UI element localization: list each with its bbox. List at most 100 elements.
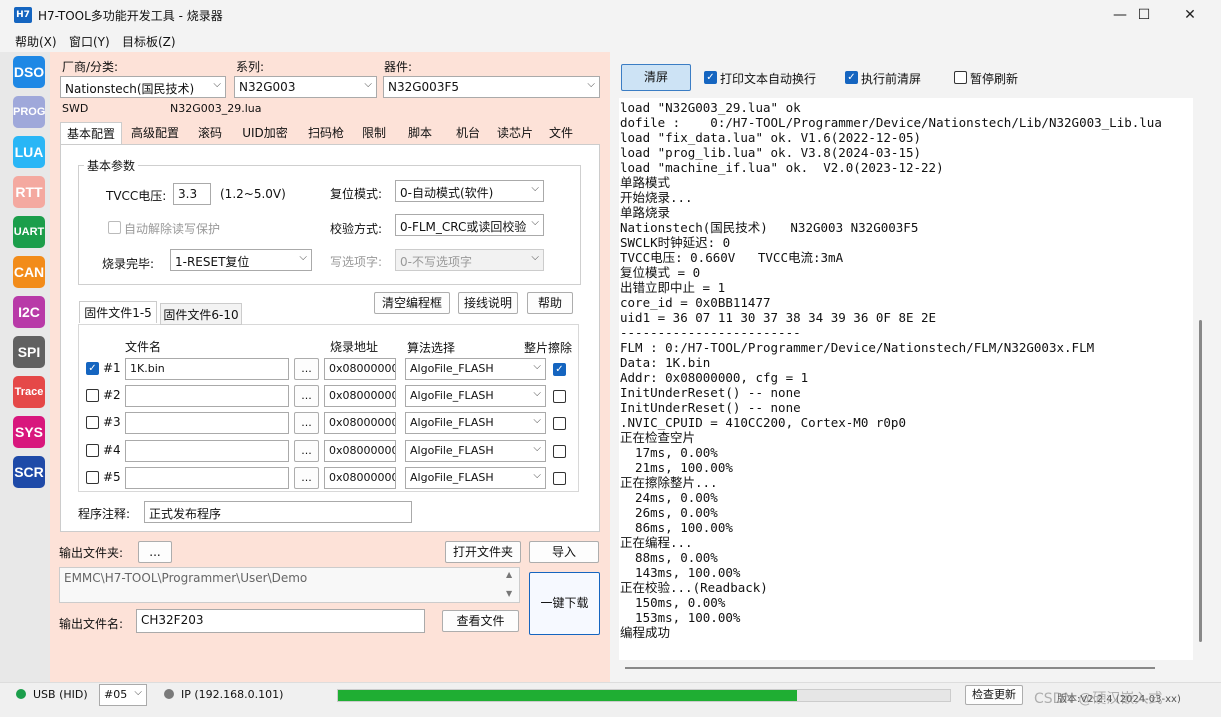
menu-target[interactable]: 目标板(Z): [122, 33, 176, 50]
tab-5[interactable]: 限制: [355, 122, 393, 144]
tab-files-1-5[interactable]: 固件文件1-5: [79, 301, 157, 323]
algo-select[interactable]: AlgoFile_FLASH ⌵: [405, 358, 546, 380]
log-vscrollbar[interactable]: [1199, 320, 1202, 642]
sidebar-item-prog[interactable]: PROG: [13, 96, 45, 128]
sidebar-item-i2c[interactable]: I2C: [13, 296, 45, 328]
check-update-button[interactable]: 检查更新: [965, 685, 1023, 705]
tab-0[interactable]: 基本配置: [60, 122, 122, 144]
option-select[interactable]: 0-不写选项字 ⌵: [395, 249, 544, 271]
clear-before-label: 执行前清屏: [861, 72, 922, 86]
vendor-select[interactable]: Nationstech(国民技术) ⌵: [60, 76, 226, 98]
tab-4[interactable]: 扫码枪: [300, 122, 352, 144]
tab-9[interactable]: 文件: [541, 122, 581, 144]
sidebar-item-uart[interactable]: UART: [13, 216, 45, 248]
tab-7[interactable]: 机台: [448, 122, 488, 144]
help-button[interactable]: 帮助: [527, 292, 573, 314]
tvcc-input[interactable]: 3.3: [173, 183, 211, 205]
algo-select[interactable]: AlgoFile_FLASH ⌵: [405, 467, 546, 489]
algo-select[interactable]: AlgoFile_FLASH ⌵: [405, 385, 546, 407]
algo-select[interactable]: AlgoFile_FLASH ⌵: [405, 412, 546, 434]
after-select[interactable]: 1-RESET复位 ⌵: [170, 249, 312, 271]
file-browse-button[interactable]: ...: [294, 412, 319, 434]
erase-checkbox[interactable]: [553, 472, 566, 485]
import-button[interactable]: 导入: [529, 541, 599, 563]
file-name-input[interactable]: [125, 467, 289, 489]
maximize-button[interactable]: ☐: [1121, 0, 1167, 30]
menu-help[interactable]: 帮助(X): [15, 33, 57, 50]
file-address-input[interactable]: 0x08000000: [324, 412, 396, 434]
scroll-down-icon[interactable]: ▼: [506, 589, 512, 598]
device-label: 器件:: [384, 60, 413, 74]
series-select[interactable]: N32G003 ⌵: [234, 76, 377, 98]
channel-value: #05: [104, 688, 128, 701]
lua-file-label: N32G003_29.lua: [170, 102, 262, 115]
tab-6[interactable]: 脚本: [396, 122, 444, 144]
file-enable-checkbox[interactable]: [86, 416, 99, 429]
erase-checkbox[interactable]: [553, 445, 566, 458]
tab-8[interactable]: 读芯片: [491, 122, 539, 144]
file-enable-checkbox[interactable]: ✓: [86, 362, 99, 375]
auto-unprotect-checkbox[interactable]: [108, 221, 121, 234]
wiring-button[interactable]: 接线说明: [458, 292, 518, 314]
menu-window[interactable]: 窗口(Y): [69, 33, 110, 50]
channel-select[interactable]: #05 ⌵: [99, 684, 147, 706]
basic-params-title: 基本参数: [84, 157, 139, 174]
file-address-input[interactable]: 0x08000000: [324, 467, 396, 489]
tab-3[interactable]: UID加密: [233, 122, 297, 144]
sidebar-item-can[interactable]: CAN: [13, 256, 45, 288]
sidebar-item-trace[interactable]: Trace: [13, 376, 45, 408]
file-browse-button[interactable]: ...: [294, 440, 319, 462]
sidebar-item-spi[interactable]: SPI: [13, 336, 45, 368]
reset-select[interactable]: 0-自动模式(软件) ⌵: [395, 180, 544, 202]
autowrap-checkbox[interactable]: ✓: [704, 71, 717, 84]
sidebar-item-lua[interactable]: LUA: [13, 136, 45, 168]
scroll-up-icon[interactable]: ▲: [506, 570, 512, 579]
chevron-down-icon: ⌵: [364, 79, 372, 90]
sidebar-item-dso[interactable]: DSO: [13, 56, 45, 88]
file-name-input[interactable]: [125, 385, 289, 407]
output-browse-button[interactable]: ...: [138, 541, 172, 563]
file-browse-button[interactable]: ...: [294, 358, 319, 380]
file-browse-button[interactable]: ...: [294, 385, 319, 407]
output-path-field[interactable]: EMMC\H7-TOOL\Programmer\User\Demo: [59, 567, 520, 603]
log-output[interactable]: load "N32G003_29.lua" ok dofile : 0:/H7-…: [619, 98, 1193, 660]
verify-select[interactable]: 0-FLM_CRC或读回校验 ⌵: [395, 214, 544, 236]
close-button[interactable]: ✕: [1167, 0, 1213, 30]
view-file-button[interactable]: 查看文件: [442, 610, 519, 632]
file-enable-checkbox[interactable]: [86, 444, 99, 457]
tab-1[interactable]: 高级配置: [125, 122, 185, 144]
pause-checkbox[interactable]: [954, 71, 967, 84]
tab-files-6-10[interactable]: 固件文件6-10: [160, 303, 242, 325]
file-enable-checkbox[interactable]: [86, 471, 99, 484]
clear-screen-button[interactable]: 清屏: [621, 64, 691, 91]
file-name-input[interactable]: [125, 440, 289, 462]
file-index: #4: [103, 443, 121, 457]
chevron-down-icon: ⌵: [533, 470, 541, 481]
sidebar-item-sys[interactable]: SYS: [13, 416, 45, 448]
file-address-input[interactable]: 0x08000000: [324, 385, 396, 407]
window-title: H7-TOOL多功能开发工具 - 烧录器: [38, 9, 223, 23]
clear-before-checkbox[interactable]: ✓: [845, 71, 858, 84]
file-name-input[interactable]: [125, 412, 289, 434]
note-input[interactable]: 正式发布程序: [144, 501, 412, 523]
file-browse-button[interactable]: ...: [294, 467, 319, 489]
sidebar-item-rtt[interactable]: RTT: [13, 176, 45, 208]
file-address-input[interactable]: 0x08000000: [324, 440, 396, 462]
algo-select[interactable]: AlgoFile_FLASH ⌵: [405, 440, 546, 462]
one-click-download-button[interactable]: 一键下载: [529, 572, 600, 635]
tab-2[interactable]: 滚码: [190, 122, 230, 144]
device-select[interactable]: N32G003F5 ⌵: [383, 76, 600, 98]
after-label: 烧录完毕:: [102, 257, 155, 271]
erase-checkbox[interactable]: [553, 390, 566, 403]
file-name-input[interactable]: 1K.bin: [125, 358, 289, 380]
log-hscrollbar[interactable]: [625, 667, 1155, 669]
output-filename-input[interactable]: CH32F203: [136, 609, 425, 633]
chevron-down-icon: ⌵: [533, 388, 541, 399]
sidebar-item-scr[interactable]: SCR: [13, 456, 45, 488]
erase-checkbox[interactable]: ✓: [553, 363, 566, 376]
open-folder-button[interactable]: 打开文件夹: [445, 541, 521, 563]
file-enable-checkbox[interactable]: [86, 389, 99, 402]
clear-programs-button[interactable]: 清空编程框: [374, 292, 450, 314]
file-address-input[interactable]: 0x08000000: [324, 358, 396, 380]
erase-checkbox[interactable]: [553, 417, 566, 430]
